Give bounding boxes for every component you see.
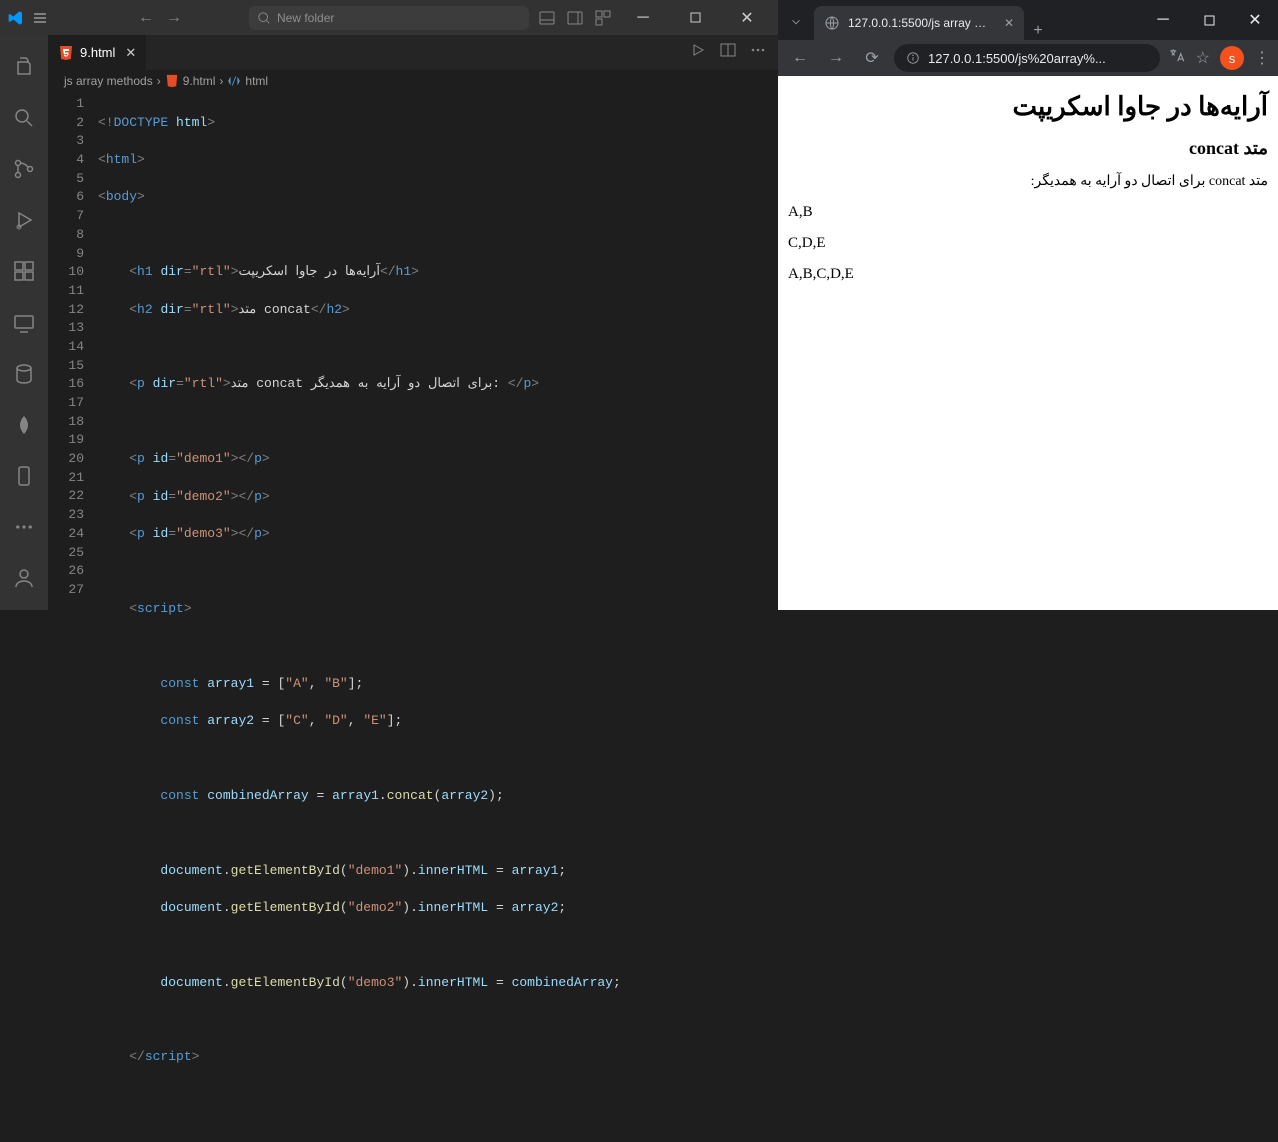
page-h2: متد concat bbox=[788, 138, 1268, 159]
breadcrumb[interactable]: js array methods › 9.html › html bbox=[48, 70, 778, 92]
split-editor-icon[interactable] bbox=[720, 42, 736, 63]
window-close[interactable]: ✕ bbox=[724, 0, 770, 35]
browser-reload-icon[interactable]: ⟳ bbox=[858, 48, 886, 68]
window-minimize[interactable]: ─ bbox=[620, 0, 666, 35]
tab-close-icon[interactable]: ✕ bbox=[1004, 16, 1014, 30]
activity-source-control[interactable] bbox=[0, 145, 48, 192]
browser-toolbar: ← → ⟳ 127.0.0.1:5500/js%20array%... ☆ s … bbox=[778, 40, 1278, 76]
layout-panel-right-icon[interactable] bbox=[564, 7, 586, 29]
html-file-icon bbox=[165, 74, 179, 88]
activity-account[interactable] bbox=[0, 555, 48, 602]
profile-avatar[interactable]: s bbox=[1220, 46, 1244, 70]
tab-9html[interactable]: 9.html ✕ bbox=[48, 35, 147, 70]
activity-remote[interactable] bbox=[0, 299, 48, 346]
bc-symbol: html bbox=[245, 74, 268, 88]
more-actions-icon[interactable] bbox=[750, 42, 766, 63]
command-center[interactable]: New folder bbox=[249, 6, 529, 30]
activity-explorer[interactable] bbox=[0, 43, 48, 90]
browser-titlebar: 127.0.0.1:5500/js array methods ✕ + ─ ✕ bbox=[778, 0, 1278, 40]
demo2-output: C,D,E bbox=[788, 235, 1268, 252]
page-paragraph: متد concat برای اتصال دو آرایه به همدیگر… bbox=[788, 173, 1268, 190]
bc-folder: js array methods bbox=[64, 74, 153, 88]
tab-close-icon[interactable]: ✕ bbox=[125, 45, 136, 61]
activity-extensions[interactable] bbox=[0, 248, 48, 295]
nav-forward-icon[interactable]: → bbox=[166, 9, 182, 27]
layout-panel-bottom-icon[interactable] bbox=[536, 7, 558, 29]
vscode-logo-icon bbox=[8, 10, 24, 26]
run-icon[interactable] bbox=[690, 42, 706, 63]
symbol-icon bbox=[227, 74, 241, 88]
window-maximize[interactable] bbox=[672, 0, 718, 35]
search-icon bbox=[257, 11, 271, 25]
url-text: 127.0.0.1:5500/js%20array%... bbox=[928, 51, 1148, 66]
nav-back-icon[interactable]: ← bbox=[138, 9, 154, 27]
html-file-icon bbox=[58, 45, 74, 61]
address-bar[interactable]: 127.0.0.1:5500/js%20array%... bbox=[894, 44, 1160, 72]
code-editor[interactable]: 1234567891011121314151617181920212223242… bbox=[48, 92, 778, 1142]
activity-bar bbox=[0, 35, 48, 610]
activity-mongodb[interactable] bbox=[0, 401, 48, 448]
editor-tabs: 9.html ✕ bbox=[48, 35, 778, 70]
browser-tab-title: 127.0.0.1:5500/js array methods bbox=[848, 16, 996, 30]
vscode-titlebar: ← → New folder ─ ✕ bbox=[0, 0, 778, 35]
code-content: <!DOCTYPE html> <html> <body> <h1 dir="r… bbox=[98, 92, 778, 1142]
activity-device[interactable] bbox=[0, 453, 48, 500]
hamburger-icon[interactable] bbox=[32, 10, 48, 26]
browser-maximize[interactable] bbox=[1186, 0, 1232, 40]
browser-minimize[interactable]: ─ bbox=[1140, 0, 1186, 40]
browser-menu-icon[interactable]: ⋮ bbox=[1254, 48, 1270, 68]
line-numbers: 1234567891011121314151617181920212223242… bbox=[48, 92, 98, 1142]
info-icon bbox=[906, 51, 920, 65]
demo3-output: A,B,C,D,E bbox=[788, 266, 1268, 283]
globe-icon bbox=[824, 15, 840, 31]
layout-customize-icon[interactable] bbox=[592, 7, 614, 29]
page-h1: آرایه‌ها در جاوا اسکریپت bbox=[788, 92, 1268, 122]
tab-label: 9.html bbox=[80, 45, 115, 60]
translate-icon[interactable] bbox=[1168, 47, 1186, 70]
tab-search-icon[interactable] bbox=[778, 4, 814, 40]
browser-viewport: آرایه‌ها در جاوا اسکریپت متد concat متد … bbox=[778, 76, 1278, 610]
demo1-output: A,B bbox=[788, 204, 1268, 221]
bookmark-icon[interactable]: ☆ bbox=[1196, 48, 1210, 68]
browser-back-icon[interactable]: ← bbox=[786, 49, 814, 67]
activity-more[interactable] bbox=[0, 504, 48, 551]
activity-database[interactable] bbox=[0, 350, 48, 397]
activity-search[interactable] bbox=[0, 94, 48, 141]
browser-close[interactable]: ✕ bbox=[1232, 0, 1278, 40]
new-tab-button[interactable]: + bbox=[1024, 22, 1052, 40]
bc-file: 9.html bbox=[183, 74, 216, 88]
search-placeholder: New folder bbox=[277, 11, 334, 25]
browser-forward-icon[interactable]: → bbox=[822, 49, 850, 67]
activity-run-debug[interactable] bbox=[0, 197, 48, 244]
browser-tab[interactable]: 127.0.0.1:5500/js array methods ✕ bbox=[814, 6, 1024, 40]
